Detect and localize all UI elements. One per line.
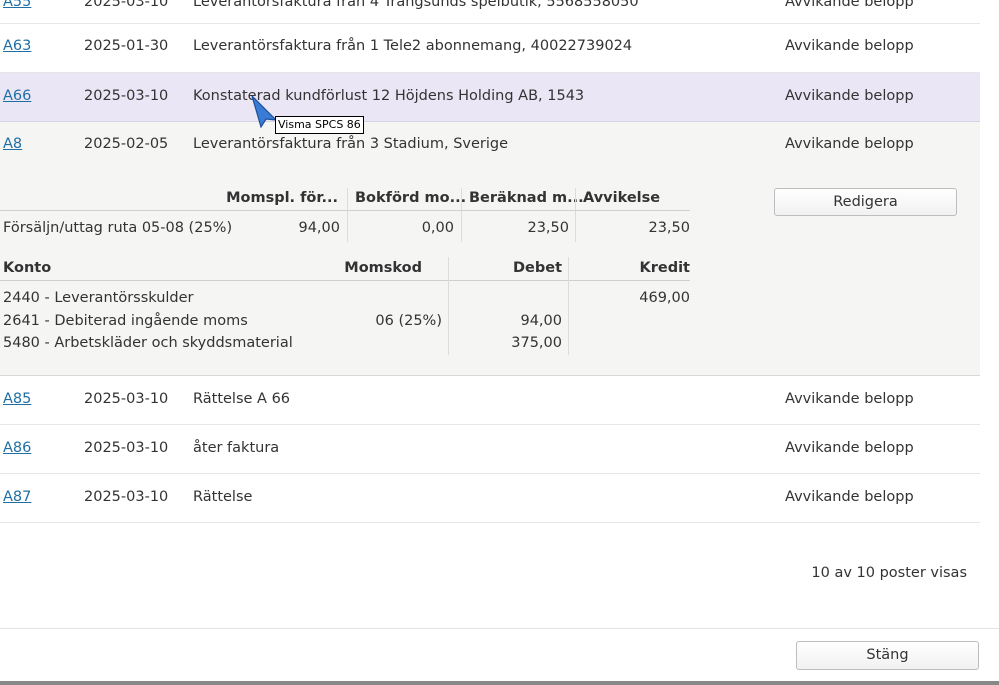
vat-header-beraknad: Beräknad m... [469, 190, 584, 206]
account-konto: 5480 - Arbetskläder och skyddsmaterial [3, 335, 293, 351]
voucher-link[interactable]: A86 [3, 440, 31, 456]
edit-button[interactable]: Redigera [774, 188, 957, 216]
row-status: Avvikande belopp [785, 88, 914, 104]
row-status: Avvikande belopp [785, 38, 914, 54]
row-date: 2025-02-05 [84, 136, 169, 152]
record-count: 10 av 10 poster visas [811, 565, 967, 581]
row-description: Leverantörsfaktura från 3 Stadium, Sveri… [193, 136, 509, 152]
account-debet: 375,00 [511, 335, 562, 351]
close-button-label: Stäng [866, 647, 909, 663]
accounts-header-konto: Konto [3, 260, 52, 276]
row-date: 2025-03-10 [84, 88, 169, 104]
voucher-link[interactable]: A55 [3, 0, 31, 10]
vat-value-bokford: 0,00 [421, 220, 454, 236]
table-row-expanded[interactable]: A8 2025-02-05 Leverantörsfaktura från 3 … [0, 122, 980, 170]
voucher-link[interactable]: A8 [3, 136, 22, 152]
table-row[interactable]: A85 2025-03-10 Rättelse A 66 Avvikande b… [0, 376, 980, 425]
accounts-header-kredit: Kredit [639, 260, 690, 276]
footer-divider [0, 628, 999, 629]
table-row[interactable]: A86 2025-03-10 åter faktura Avvikande be… [0, 425, 980, 474]
vat-value-avvikelse: 23,50 [648, 220, 690, 236]
row-date: 2025-01-30 [84, 38, 169, 54]
vat-header-bokford: Bokförd mo... [355, 190, 467, 206]
row-description: åter faktura [193, 440, 280, 456]
account-kredit: 469,00 [639, 290, 690, 306]
voucher-details-panel: Momspl. för... Bokförd mo... Beräknad m.… [0, 170, 980, 376]
row-status: Avvikande belopp [785, 391, 914, 407]
row-status: Avvikande belopp [785, 440, 914, 456]
account-konto: 2641 - Debiterad ingående moms [3, 313, 248, 329]
voucher-link[interactable]: A63 [3, 38, 31, 54]
vat-row-label: Försäljn/uttag ruta 05-08 (25%) [3, 220, 233, 236]
row-description: Leverantörsfaktura från 4 Trångsunds spe… [193, 0, 639, 10]
table-row[interactable]: A87 2025-03-10 Rättelse Avvikande belopp [0, 474, 980, 523]
voucher-link[interactable]: A66 [3, 88, 31, 104]
accounts-header-momskod: Momskod [344, 260, 422, 276]
voucher-link[interactable]: A85 [3, 391, 31, 407]
row-date: 2025-03-10 [84, 440, 169, 456]
row-description: Rättelse A 66 [193, 391, 291, 407]
row-status: Avvikande belopp [785, 0, 914, 10]
vat-header-avvikelse: Avvikelse [583, 190, 661, 206]
tooltip: Visma SPCS 86 [275, 116, 364, 134]
vat-header-momspl: Momspl. för... [226, 190, 338, 206]
table-row[interactable]: A63 2025-01-30 Leverantörsfaktura från 1… [0, 24, 980, 73]
row-date: 2025-03-10 [84, 489, 169, 505]
accounts-header-debet: Debet [512, 260, 562, 276]
row-description: Leverantörsfaktura från 1 Tele2 abonnema… [193, 38, 633, 54]
row-status: Avvikande belopp [785, 489, 914, 505]
row-date: 2025-03-10 [84, 0, 169, 10]
table-row[interactable]: A55 2025-03-10 Leverantörsfaktura från 4… [0, 0, 980, 24]
account-konto: 2440 - Leverantörsskulder [3, 290, 194, 306]
row-status: Avvikande belopp [785, 136, 914, 152]
edit-button-label: Redigera [833, 194, 898, 210]
row-description: Rättelse [193, 489, 253, 505]
table-row-hovered[interactable]: A66 2025-03-10 Konstaterad kundförlust 1… [0, 73, 980, 122]
account-momskod: 06 (25%) [375, 313, 442, 329]
vat-value-momspl: 94,00 [298, 220, 340, 236]
close-button[interactable]: Stäng [796, 641, 979, 670]
window-bottom-edge [0, 681, 999, 685]
vat-value-beraknad: 23,50 [527, 220, 569, 236]
voucher-link[interactable]: A87 [3, 489, 31, 505]
row-date: 2025-03-10 [84, 391, 169, 407]
account-debet: 94,00 [520, 313, 562, 329]
